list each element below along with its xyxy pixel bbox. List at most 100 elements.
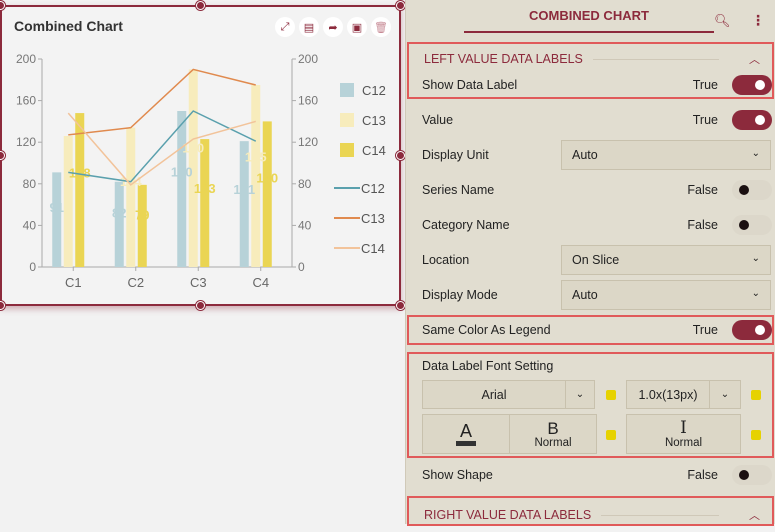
row-value: True <box>692 323 718 337</box>
right-tick-label: 0 <box>298 260 305 274</box>
select-value: Auto <box>572 148 598 162</box>
line-c14 <box>67 112 256 186</box>
row-series-name: Series Name False <box>422 176 772 204</box>
italic-button[interactable]: I Normal <box>626 414 741 454</box>
font-color-icon: A <box>459 421 472 441</box>
row-show-shape: Show Shape False <box>422 461 772 489</box>
divider <box>592 58 719 60</box>
display-mode-select[interactable]: Auto ⌄ <box>561 280 771 310</box>
row-same-color: Same Color As Legend True <box>422 316 772 344</box>
font-family-color-swatch[interactable] <box>606 390 616 400</box>
font-size-dropdown-button[interactable]: ⌄ <box>709 380 741 409</box>
resize-handle-tr[interactable] <box>396 1 405 10</box>
bold-button[interactable]: B Normal <box>509 414 597 454</box>
resize-handle-bl[interactable] <box>0 301 5 310</box>
italic-icon: I <box>680 417 687 438</box>
left-tick-label: 120 <box>16 135 36 149</box>
panel-title-tab[interactable]: COMBINED CHART <box>464 8 714 33</box>
bar-c14-c3 <box>200 139 210 267</box>
section-header-left-value[interactable]: LEFT VALUE DATA LABELS ︿ <box>409 44 772 74</box>
row-value: True <box>692 78 718 92</box>
data-label: 82 <box>112 206 126 221</box>
chevron-up-icon[interactable]: ︿ <box>749 51 760 67</box>
row-label: Show Data Label <box>422 78 518 92</box>
bar-c12-c2 <box>114 181 124 267</box>
line-c13 <box>68 68 256 136</box>
section-title: RIGHT VALUE DATA LABELS <box>424 508 592 522</box>
chevron-down-icon: ⌄ <box>751 288 760 299</box>
row-value: False <box>687 468 718 482</box>
chevron-up-icon[interactable]: ︿ <box>749 507 760 523</box>
x-tick-label: C3 <box>190 275 207 290</box>
legend-line-label: C13 <box>361 211 385 226</box>
left-tick-label: 40 <box>23 218 37 232</box>
legend-bar-swatch-c12 <box>340 83 354 97</box>
data-label: 121 <box>233 182 255 197</box>
resize-handle-bm[interactable] <box>196 301 205 310</box>
display-unit-select[interactable]: Auto ⌄ <box>561 140 771 170</box>
value-toggle[interactable] <box>732 110 772 130</box>
show-shape-toggle[interactable] <box>732 465 772 485</box>
left-tick-label: 160 <box>16 94 36 108</box>
section-header-right-value[interactable]: RIGHT VALUE DATA LABELS ︿ <box>409 498 772 532</box>
show-data-label-toggle[interactable] <box>732 75 772 95</box>
resize-handle-tm[interactable] <box>196 1 205 10</box>
row-value: False <box>687 183 718 197</box>
right-value-section: RIGHT VALUE DATA LABELS ︿ <box>407 496 774 526</box>
bar-c12-c1 <box>52 172 62 267</box>
legend-bar-swatch-c13 <box>340 113 354 127</box>
data-label: 123 <box>194 181 216 196</box>
right-tick-label: 160 <box>298 94 318 108</box>
chart-widget[interactable]: Combined Chart ⤢ ▤ ➦ ▣ 🗑 0 40 80 120 160 200 0… <box>0 5 401 306</box>
font-family-select[interactable]: Arial <box>422 380 566 409</box>
bar-c14-c4 <box>262 121 272 268</box>
x-tick-label: C2 <box>127 275 144 290</box>
row-category-name: Category Name False <box>422 211 772 239</box>
right-tick-label: 120 <box>298 135 318 149</box>
font-size-value: 1.0x(13px) <box>638 387 698 402</box>
row-show-data-label: Show Data Label True <box>422 71 772 99</box>
category-name-toggle[interactable] <box>732 215 772 235</box>
properties-panel: COMBINED CHART 🔍︎ ⋮ LEFT VALUE DATA LABE… <box>405 0 775 526</box>
combined-chart: 0 40 80 120 160 200 0 40 80 120 160 200 C1 C2 C3 C4 91 82… <box>16 52 386 290</box>
row-value: Value True <box>422 106 772 134</box>
row-label: Series Name <box>422 183 495 197</box>
legend-bar-label: C12 <box>362 83 386 98</box>
bar-c14-c1 <box>75 113 85 267</box>
row-value: False <box>687 218 718 232</box>
same-color-toggle[interactable] <box>732 320 772 340</box>
data-label: 150 <box>171 165 193 180</box>
row-label: Category Name <box>422 218 510 232</box>
font-family-value: Arial <box>481 387 507 402</box>
data-label: 140 <box>256 171 278 186</box>
font-color-button[interactable]: A <box>422 414 510 454</box>
legend-line-label: C12 <box>361 181 385 196</box>
data-label: 175 <box>245 149 267 164</box>
bar-c13-c1 <box>63 135 73 267</box>
resize-handle-br[interactable] <box>396 301 405 310</box>
x-tick-label: C1 <box>65 275 82 290</box>
font-size-color-swatch[interactable] <box>751 390 761 400</box>
row-value: True <box>692 113 718 127</box>
section-title: LEFT VALUE DATA LABELS <box>424 52 583 66</box>
left-tick-label: 200 <box>16 52 36 66</box>
bold-icon: B <box>547 418 559 438</box>
italic-value: Normal <box>664 436 703 449</box>
search-icon[interactable]: 🔍︎ <box>714 14 731 29</box>
data-label: 91 <box>50 200 64 215</box>
color-bar <box>456 441 476 446</box>
more-vertical-icon[interactable]: ⋮ <box>751 13 765 29</box>
font-setting-label-row: Data Label Font Setting <box>422 352 772 380</box>
bold-color-swatch[interactable] <box>606 430 616 440</box>
location-select[interactable]: On Slice ⌄ <box>561 245 771 275</box>
chevron-down-icon: ⌄ <box>720 389 730 400</box>
data-label: 190 <box>182 140 204 155</box>
resize-handle-mr[interactable] <box>396 151 405 160</box>
bar-c13-c2 <box>126 127 136 267</box>
font-family-dropdown-button[interactable]: ⌄ <box>565 380 595 409</box>
legend-line-label: C14 <box>361 241 385 256</box>
x-tick-label: C4 <box>252 275 269 290</box>
series-name-toggle[interactable] <box>732 180 772 200</box>
italic-color-swatch[interactable] <box>751 430 761 440</box>
font-size-select[interactable]: 1.0x(13px) <box>626 380 710 409</box>
